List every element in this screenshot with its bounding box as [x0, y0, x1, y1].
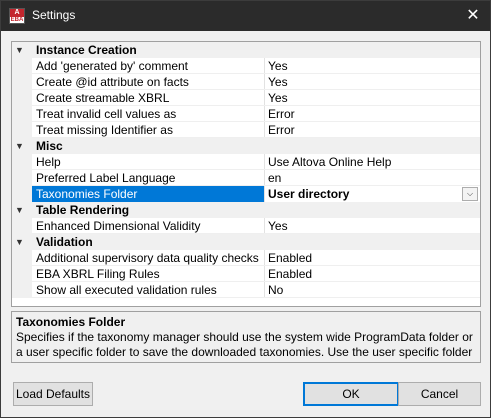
- property-row-selected[interactable]: Taxonomies Folder User directory ⌵: [12, 186, 480, 202]
- property-name: Treat invalid cell values as: [36, 107, 177, 121]
- property-value[interactable]: Yes: [268, 74, 468, 90]
- property-name: Add 'generated by' comment: [36, 59, 189, 73]
- property-value[interactable]: Yes: [268, 90, 468, 106]
- property-value[interactable]: No: [268, 282, 468, 298]
- property-row[interactable]: Show all executed validation rules No: [12, 282, 480, 298]
- category-label: Table Rendering: [36, 203, 130, 217]
- category-label: Misc: [36, 139, 63, 153]
- property-row[interactable]: Enhanced Dimensional Validity Yes: [12, 218, 480, 234]
- property-name: Treat missing Identifier as: [36, 123, 173, 137]
- property-name: Show all executed validation rules: [36, 283, 217, 297]
- property-name: Enhanced Dimensional Validity: [36, 219, 201, 233]
- property-value[interactable]: Enabled: [268, 266, 468, 282]
- window-title: Settings: [32, 8, 76, 22]
- property-name: Taxonomies Folder: [32, 186, 264, 202]
- property-row[interactable]: Add 'generated by' comment Yes: [12, 58, 480, 74]
- property-row[interactable]: EBA XBRL Filing Rules Enabled: [12, 266, 480, 282]
- category-misc[interactable]: ▼ Misc: [12, 138, 480, 154]
- collapse-icon[interactable]: ▼: [15, 202, 27, 218]
- app-icon-letter: A: [10, 9, 24, 17]
- chevron-down-icon[interactable]: ⌵: [462, 187, 478, 201]
- property-row[interactable]: Preferred Label Language en: [12, 170, 480, 186]
- description-panel: Taxonomies Folder Specifies if the taxon…: [11, 311, 481, 363]
- property-value[interactable]: en: [268, 170, 468, 186]
- property-value[interactable]: Error: [268, 122, 468, 138]
- property-name: Create @id attribute on facts: [36, 75, 189, 89]
- property-row[interactable]: Create @id attribute on facts Yes: [12, 74, 480, 90]
- load-defaults-button[interactable]: Load Defaults: [13, 382, 93, 406]
- property-value[interactable]: Use Altova Online Help: [268, 154, 468, 170]
- property-name: EBA XBRL Filing Rules: [36, 267, 160, 281]
- property-name: Create streamable XBRL: [36, 91, 170, 105]
- app-icon: A EBA: [9, 8, 25, 24]
- property-name: Help: [36, 155, 61, 169]
- property-value[interactable]: Yes: [268, 218, 468, 234]
- collapse-icon[interactable]: ▼: [15, 234, 27, 250]
- property-value-dropdown[interactable]: User directory: [268, 186, 468, 202]
- property-row[interactable]: Create streamable XBRL Yes: [12, 90, 480, 106]
- property-value[interactable]: Enabled: [268, 250, 468, 266]
- category-table-rendering[interactable]: ▼ Table Rendering: [12, 202, 480, 218]
- property-name: Preferred Label Language: [36, 171, 176, 185]
- cancel-button[interactable]: Cancel: [398, 382, 481, 406]
- category-label: Validation: [36, 235, 93, 249]
- settings-dialog: A EBA Settings ✕ ▼ Instance Creation Add…: [0, 0, 491, 418]
- category-label: Instance Creation: [36, 43, 137, 57]
- collapse-icon[interactable]: ▼: [15, 138, 27, 154]
- category-validation[interactable]: ▼ Validation: [12, 234, 480, 250]
- description-text: Specifies if the taxonomy manager should…: [16, 330, 473, 359]
- property-value[interactable]: Error: [268, 106, 468, 122]
- property-row[interactable]: Treat invalid cell values as Error: [12, 106, 480, 122]
- title-bar[interactable]: A EBA Settings ✕: [1, 1, 490, 31]
- property-name: Additional supervisory data quality chec…: [36, 251, 259, 265]
- property-row[interactable]: Help Use Altova Online Help: [12, 154, 480, 170]
- property-value[interactable]: Yes: [268, 58, 468, 74]
- property-row[interactable]: Additional supervisory data quality chec…: [12, 250, 480, 266]
- app-icon-label: EBA: [10, 17, 24, 23]
- description-title: Taxonomies Folder: [16, 315, 126, 329]
- ok-button[interactable]: OK: [303, 382, 399, 406]
- close-icon[interactable]: ✕: [460, 3, 486, 29]
- collapse-icon[interactable]: ▼: [15, 42, 27, 58]
- property-grid[interactable]: ▼ Instance Creation Add 'generated by' c…: [11, 41, 481, 307]
- property-row[interactable]: Treat missing Identifier as Error: [12, 122, 480, 138]
- category-instance-creation[interactable]: ▼ Instance Creation: [12, 42, 480, 58]
